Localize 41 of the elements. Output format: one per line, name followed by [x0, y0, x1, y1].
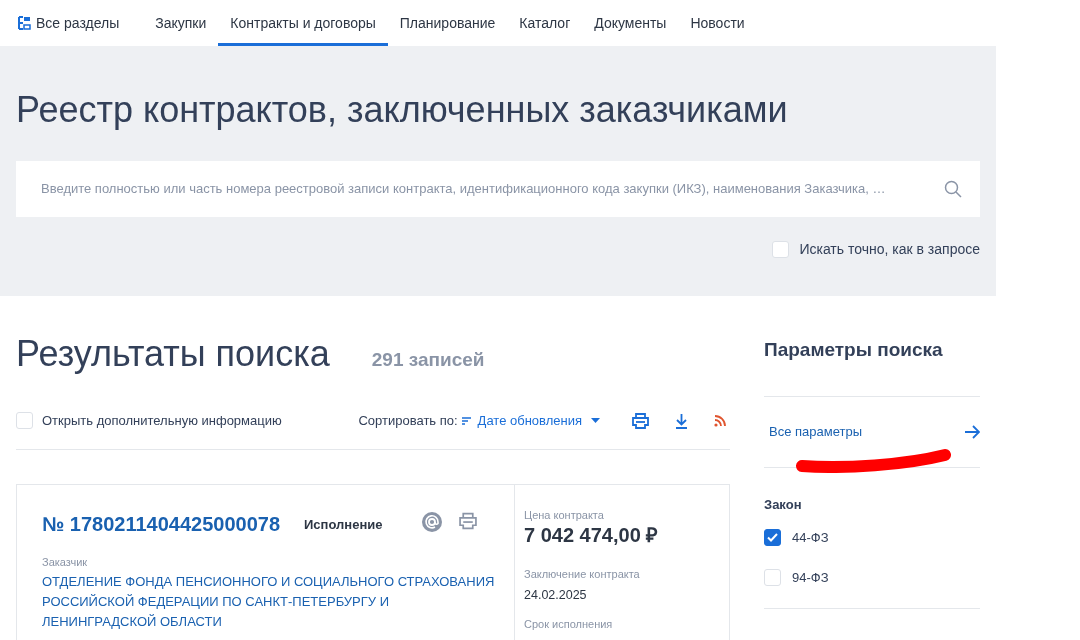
results-count: 291 записей: [371, 348, 485, 372]
all-sections-link[interactable]: Все разделы: [18, 0, 120, 46]
search-field[interactable]: Введите полностью или часть номера реестровой записи контракта, идентификационного кода закупки (ИКЗ), наименования Заказчика, …: [16, 161, 980, 217]
print-icon[interactable]: [459, 511, 478, 530]
customer-link[interactable]: ОТДЕЛЕНИЕ ФОНДА ПЕНСИОННОГО И СОЦИАЛЬНОГО СТРАХОВАНИЯ РОССИЙСКОЙ ФЕДЕРАЦИИ ПО САНКТ-ПЕТЕРБУРГУ И ЛЕНИНГРАДСКОЙ ОБЛАСТИ: [42, 572, 498, 632]
customer-label: Заказчик: [42, 554, 89, 570]
search-input[interactable]: Введите полностью или часть номера реестровой записи контракта, идентификационного кода закупки (ИКЗ), наименования Заказчика, …: [41, 179, 944, 199]
checkbox-label: 94-ФЗ: [792, 568, 829, 587]
sort-icon: [461, 416, 471, 425]
at-sign-icon[interactable]: [422, 511, 443, 532]
all-params-link[interactable]: Все параметры: [764, 421, 980, 442]
checkbox-label: Открыть дополнительную информацию: [42, 411, 282, 430]
arrow-right-icon: [964, 424, 980, 439]
nav-tab[interactable]: Новости: [678, 0, 757, 46]
nav-tab[interactable]: Планирование: [387, 0, 508, 46]
checkmark-icon: [767, 533, 778, 543]
checkbox-label: 44-ФЗ: [792, 529, 829, 547]
price-label: Цена контракта: [524, 507, 605, 523]
sort-label: Сортировать по:: [358, 411, 458, 430]
download-icon[interactable]: [675, 412, 688, 429]
contract-status: Исполнение: [304, 515, 383, 534]
checkbox-label: Искать точно, как в запросе: [799, 240, 980, 259]
nav-tab[interactable]: Закупки: [143, 0, 219, 46]
results-title: Результаты поиска: [16, 334, 330, 374]
contract-price: 7 042 474,00 ₽: [524, 523, 660, 547]
law-heading: Закон: [764, 495, 803, 514]
sections-icon: [18, 16, 31, 30]
nav-tab[interactable]: Документы: [582, 0, 679, 46]
contract-number-link[interactable]: № 1780211404425000078: [42, 508, 304, 539]
rss-icon[interactable]: [714, 414, 726, 427]
nav-tab[interactable]: Каталог: [507, 0, 583, 46]
conclusion-label: Заключение контракта: [524, 567, 641, 582]
caret-icon: [591, 418, 600, 423]
conclusion-date: 24.02.2025: [524, 586, 588, 604]
print-icon[interactable]: [632, 412, 649, 429]
params-title: Параметры поиска: [764, 338, 944, 362]
term-label: Срок исполнения: [524, 617, 614, 633]
search-icon[interactable]: [944, 180, 962, 198]
checkbox[interactable]: [764, 529, 781, 547]
sort-dropdown[interactable]: Дате обновления: [477, 410, 600, 431]
page-title: Реестр контрактов, заключенных заказчиками: [16, 90, 789, 130]
